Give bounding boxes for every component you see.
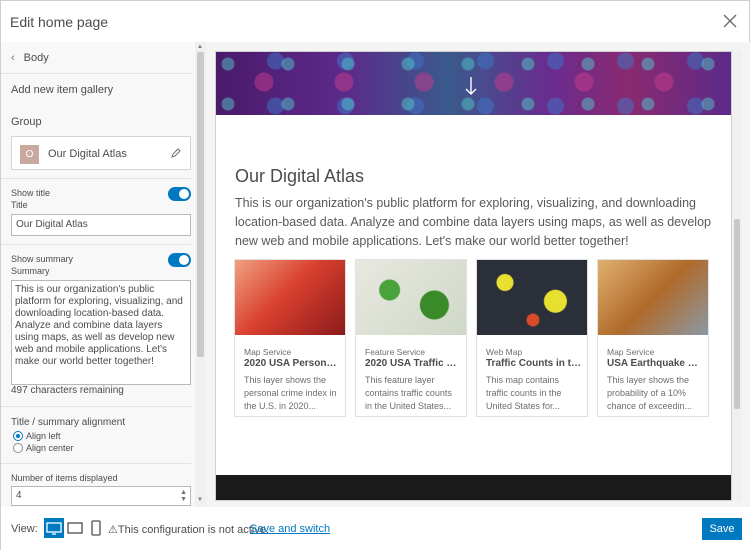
- phone-icon: [91, 520, 101, 536]
- card-description: This layer shows the probability of a 10…: [607, 375, 693, 411]
- gallery-card[interactable]: Feature Service 2020 USA Traffic C... Th…: [355, 259, 467, 417]
- chevron-left-icon: ‹: [11, 52, 15, 64]
- preview-scroll-thumb[interactable]: [734, 219, 740, 409]
- show-summary-toggle[interactable]: [168, 253, 191, 267]
- alignment-label: Title / summary alignment: [11, 417, 126, 428]
- card-description: This feature layer contains traffic coun…: [365, 375, 452, 411]
- divider: [1, 463, 191, 464]
- card-type: Web Map: [486, 347, 523, 357]
- card-name: 2020 USA Traffic C...: [365, 358, 461, 369]
- phone-view-button[interactable]: [86, 518, 106, 538]
- group-thumbnail: O: [20, 145, 39, 164]
- items-count-select[interactable]: 4 ▲ ▼: [11, 486, 191, 506]
- pencil-icon[interactable]: [170, 147, 182, 159]
- section-heading: Add new item gallery: [11, 84, 114, 96]
- align-center-radio[interactable]: [13, 443, 23, 453]
- tablet-view-button[interactable]: [65, 518, 85, 538]
- scroll-down-icon[interactable]: ▼: [197, 497, 203, 503]
- arrow-down-icon: [465, 77, 477, 95]
- items-label: Number of items displayed: [11, 473, 118, 483]
- home-page-preview: Our Digital Atlas This is our organizati…: [215, 51, 732, 501]
- desktop-view-button[interactable]: [44, 518, 64, 538]
- dialog-header: Edit home page: [1, 1, 750, 42]
- summary-label: Summary: [11, 266, 50, 276]
- settings-panel: ‹ Body Add new item gallery Group O Our D…: [1, 42, 206, 507]
- align-left-label: Align left: [26, 431, 61, 441]
- title-label: Title: [11, 200, 28, 210]
- show-title-label: Show title: [11, 188, 51, 198]
- card-type: Map Service: [607, 347, 655, 357]
- banner-image: [216, 52, 731, 115]
- show-title-toggle[interactable]: [168, 187, 191, 201]
- stepper-icon: ▲ ▼: [180, 489, 187, 503]
- scroll-up-icon[interactable]: ▲: [197, 44, 203, 50]
- chars-remaining: 497 characters remaining: [11, 385, 124, 396]
- divider: [1, 178, 191, 179]
- card-description: This map contains traffic counts in the …: [486, 375, 562, 411]
- gallery-card[interactable]: Web Map Traffic Counts in th... This map…: [476, 259, 588, 417]
- card-type: Map Service: [244, 347, 292, 357]
- edit-home-page-dialog: Edit home page ‹ Body Add new item galler…: [0, 0, 750, 550]
- group-selector[interactable]: O Our Digital Atlas: [11, 136, 191, 170]
- divider: [1, 73, 191, 74]
- desktop-icon: [46, 522, 62, 535]
- card-thumbnail: [598, 260, 708, 335]
- view-label: View:: [11, 523, 38, 535]
- tablet-icon: [67, 522, 83, 534]
- preview-summary: This is our organization's public platfo…: [235, 196, 711, 248]
- back-to-body[interactable]: ‹ Body: [11, 52, 49, 64]
- divider: [1, 406, 191, 407]
- preview-footer: [216, 475, 731, 500]
- dialog-title: Edit home page: [10, 14, 109, 30]
- group-name: Our Digital Atlas: [48, 148, 127, 160]
- card-description: This layer shows the personal crime inde…: [244, 375, 337, 411]
- align-left-radio[interactable]: [13, 431, 23, 441]
- title-input[interactable]: Our Digital Atlas: [11, 214, 191, 236]
- save-and-switch-link[interactable]: Save and switch: [250, 523, 330, 535]
- warning-icon: ⚠: [108, 524, 118, 536]
- card-thumbnail: [477, 260, 587, 335]
- preview-title: Our Digital Atlas: [235, 166, 365, 186]
- card-thumbnail: [235, 260, 345, 335]
- card-thumbnail: [356, 260, 466, 335]
- group-label: Group: [11, 116, 42, 128]
- summary-textarea[interactable]: This is our organization's public platfo…: [11, 280, 191, 385]
- close-icon[interactable]: [723, 14, 737, 28]
- card-name: USA Earthquake Risk: [607, 358, 703, 369]
- card-name: Traffic Counts in th...: [486, 358, 582, 369]
- dialog-footer: View: ⚠This configuration is not active.…: [1, 507, 750, 550]
- save-button[interactable]: Save: [702, 518, 742, 540]
- show-summary-label: Show summary: [11, 254, 74, 264]
- card-name: 2020 USA Persona...: [244, 358, 340, 369]
- align-center-label: Align center: [26, 443, 74, 453]
- sidebar-scroll-thumb[interactable]: [197, 52, 204, 357]
- divider: [1, 244, 191, 245]
- config-warning: ⚠This configuration is not active.: [108, 524, 269, 536]
- gallery-card[interactable]: Map Service USA Earthquake Risk This lay…: [597, 259, 709, 417]
- card-type: Feature Service: [365, 347, 425, 357]
- gallery-card[interactable]: Map Service 2020 USA Persona... This lay…: [234, 259, 346, 417]
